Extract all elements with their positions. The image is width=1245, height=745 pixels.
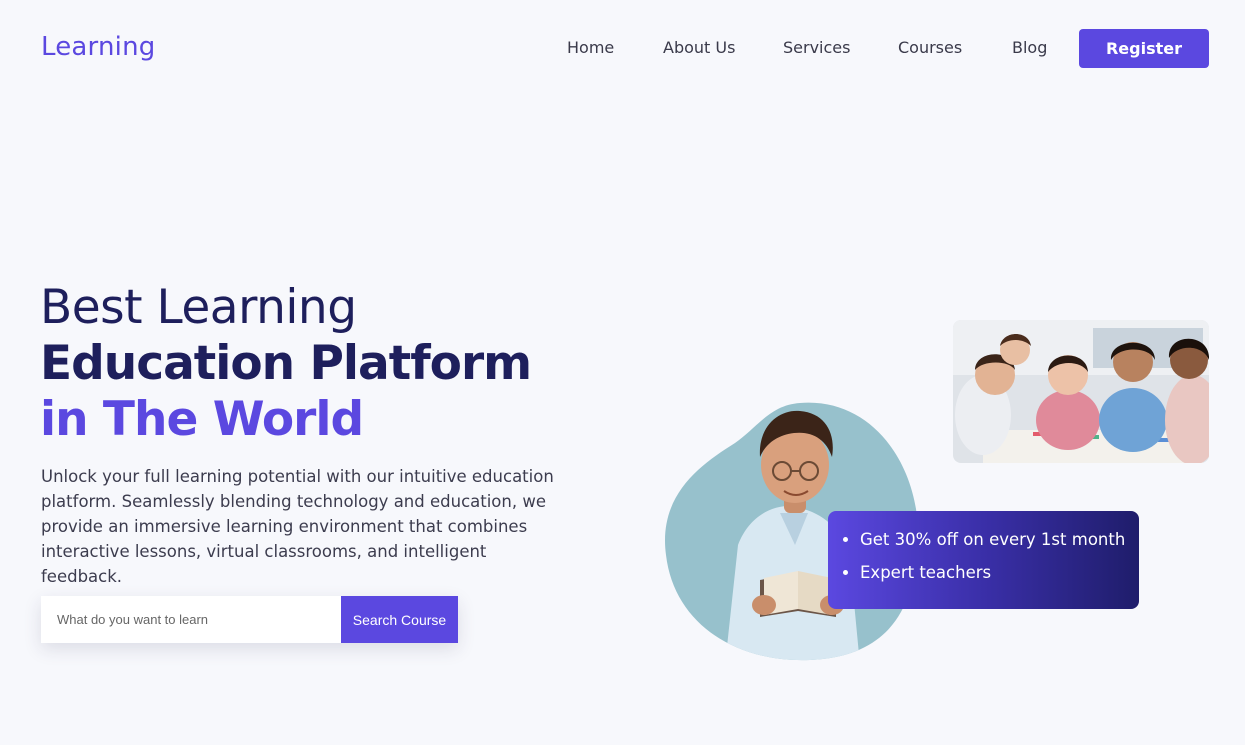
promo-list: Get 30% off on every 1st month Expert te…	[842, 528, 1139, 585]
nav-item-about-us[interactable]: About Us	[663, 38, 735, 57]
hero-title-line-1: Best Learning	[40, 280, 357, 335]
promo-item-teachers: Expert teachers	[860, 561, 1139, 585]
hero-title-line-2: Education Platform	[40, 336, 532, 391]
nav-item-blog[interactable]: Blog	[1012, 38, 1047, 57]
search-input[interactable]	[41, 596, 341, 643]
site-header: Learning Home About Us Services Courses …	[0, 0, 1245, 96]
promo-card: Get 30% off on every 1st month Expert te…	[828, 511, 1139, 609]
children-classroom-image	[953, 320, 1209, 463]
nav-item-services[interactable]: Services	[783, 38, 850, 57]
hero-description: Unlock your full learning potential with…	[41, 467, 554, 586]
hero-title-line-3: in The World	[40, 392, 364, 447]
nav-item-courses[interactable]: Courses	[898, 38, 962, 57]
promo-item-discount: Get 30% off on every 1st month	[860, 528, 1139, 552]
classroom-photo	[953, 320, 1209, 463]
course-search-form: Search Course	[41, 596, 458, 643]
logo[interactable]: Learning	[41, 32, 155, 62]
search-course-button[interactable]: Search Course	[341, 596, 458, 643]
nav-item-home[interactable]: Home	[567, 38, 614, 57]
register-button[interactable]: Register	[1079, 29, 1209, 68]
